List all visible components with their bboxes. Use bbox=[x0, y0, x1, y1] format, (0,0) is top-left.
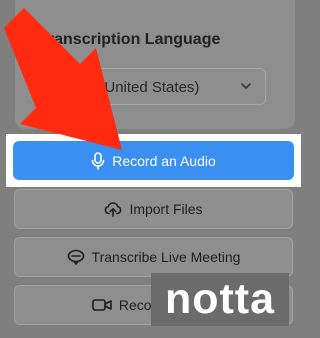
chevron-down-icon bbox=[241, 83, 251, 89]
meeting-icon bbox=[67, 249, 84, 265]
transcription-settings-card bbox=[15, 0, 295, 129]
record-audio-button[interactable]: Record an Audio bbox=[13, 141, 294, 180]
transcribe-live-meeting-button[interactable]: Transcribe Live Meeting bbox=[14, 237, 293, 277]
cloud-upload-icon bbox=[105, 202, 122, 217]
notta-watermark: notta bbox=[151, 273, 289, 326]
microphone-icon bbox=[91, 151, 105, 170]
selected-language-value: English (United States) bbox=[46, 79, 200, 96]
record-audio-label: Record an Audio bbox=[112, 152, 216, 169]
transcription-language-heading: Transcription Language bbox=[39, 31, 221, 48]
import-files-button[interactable]: Import Files bbox=[14, 189, 293, 229]
import-files-label: Import Files bbox=[129, 201, 203, 217]
transcribe-live-meeting-label: Transcribe Live Meeting bbox=[91, 249, 241, 265]
transcription-language-select[interactable]: English (United States) bbox=[38, 68, 266, 105]
video-camera-icon bbox=[92, 299, 112, 311]
